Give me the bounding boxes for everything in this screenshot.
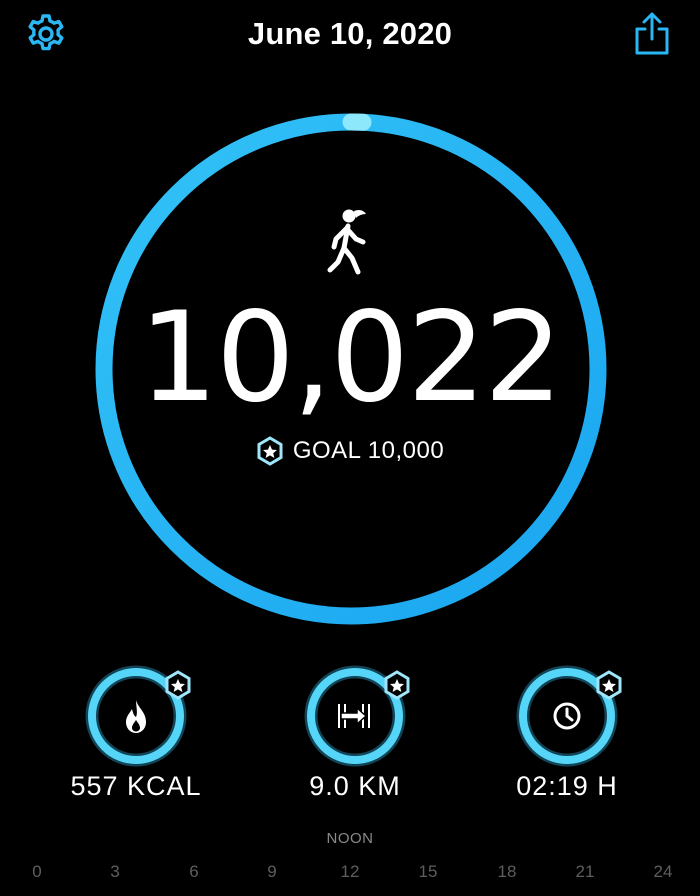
goal-label: GOAL 10,000: [292, 437, 445, 464]
goal-badge-icon: [257, 436, 283, 466]
calories-metric[interactable]: 557 KCAL: [20, 660, 240, 810]
hour-tick: 9: [267, 862, 277, 881]
step-count: 10,022: [139, 286, 563, 430]
active-time-value: 02:19 H: [516, 771, 618, 801]
clock-icon: [547, 696, 587, 736]
distance-metric[interactable]: 9.0 KM: [239, 660, 459, 810]
active-time-metric[interactable]: 02:19 H: [451, 660, 671, 810]
hour-tick: 21: [575, 862, 595, 881]
hour-tick: 24: [653, 862, 673, 881]
distance-arrow-icon: [335, 696, 375, 736]
hour-tick: 18: [497, 862, 517, 881]
hour-tick: 12: [340, 862, 360, 881]
goal-badge-icon: [165, 670, 191, 700]
calories-value: 557 KCAL: [70, 771, 202, 801]
goal-badge-icon: [384, 670, 410, 700]
hour-tick: 6: [189, 862, 199, 881]
hour-tick: 0: [32, 862, 42, 881]
steps-progress-ring[interactable]: 10,022 GOAL 10,000: [0, 0, 700, 700]
flame-icon: [116, 696, 156, 736]
walking-person-icon: [327, 209, 366, 275]
hourly-timeline[interactable]: NOON 0 3 6 9 12 15 18 21 24: [0, 826, 700, 896]
noon-label: NOON: [326, 830, 374, 847]
distance-value: 9.0 KM: [309, 771, 401, 801]
hour-tick: 3: [110, 862, 120, 881]
goal-row: GOAL 10,000: [0, 436, 700, 466]
hour-tick: 15: [418, 862, 438, 881]
goal-badge-icon: [596, 670, 622, 700]
